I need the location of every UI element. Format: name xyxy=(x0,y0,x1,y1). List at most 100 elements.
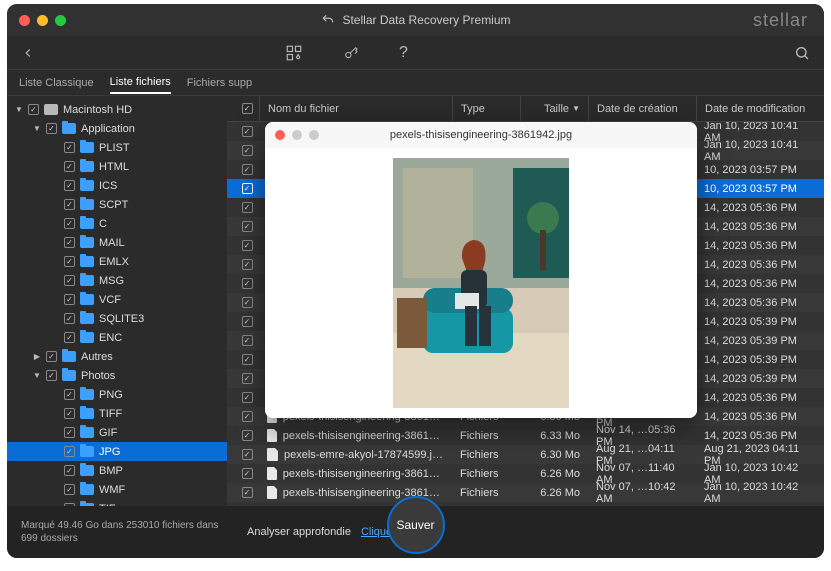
folder-icon xyxy=(80,465,94,476)
row-checkbox[interactable]: ✓ xyxy=(235,160,259,179)
tree-node[interactable]: ▼✓Application xyxy=(7,119,227,138)
row-checkbox[interactable]: ✓ xyxy=(235,388,259,407)
tree-checkbox[interactable]: ✓ xyxy=(64,313,75,324)
row-checkbox[interactable]: ✓ xyxy=(235,274,259,293)
row-checkbox[interactable]: ✓ xyxy=(235,407,259,426)
help-icon[interactable]: ? xyxy=(399,44,408,62)
tree-node[interactable]: ✓JPG xyxy=(7,442,227,461)
tree-checkbox[interactable]: ✓ xyxy=(64,237,75,248)
tree-checkbox[interactable]: ✓ xyxy=(64,332,75,343)
tree-node[interactable]: ✓ENC xyxy=(7,328,227,347)
table-row[interactable]: ✓pexels-thisisengineering-3861961.jpgFic… xyxy=(227,483,824,502)
cell-modified: 14, 2023 05:36 PM xyxy=(696,274,824,293)
tree-checkbox[interactable]: ✓ xyxy=(28,104,39,115)
col-size[interactable]: Taille ▼ xyxy=(520,96,588,121)
tree-checkbox[interactable]: ✓ xyxy=(46,351,57,362)
save-button[interactable]: Sauver xyxy=(387,496,445,554)
row-checkbox[interactable]: ✓ xyxy=(235,293,259,312)
chevron-down-icon[interactable]: ▼ xyxy=(33,124,41,133)
view-tabs: Liste Classique Liste fichiers Fichiers su… xyxy=(7,70,824,96)
row-checkbox[interactable]: ✓ xyxy=(235,464,259,483)
cell-size: 6.30 Mo xyxy=(520,445,588,464)
tree-node[interactable]: ✓WMF xyxy=(7,480,227,499)
tree-checkbox[interactable]: ✓ xyxy=(64,427,75,438)
tree-checkbox[interactable]: ✓ xyxy=(64,199,75,210)
tree-node[interactable]: ✓MAIL xyxy=(7,233,227,252)
tree-checkbox[interactable]: ✓ xyxy=(46,123,57,134)
tree-checkbox[interactable]: ✓ xyxy=(64,389,75,400)
back-icon[interactable] xyxy=(21,46,35,60)
tree-checkbox[interactable]: ✓ xyxy=(64,180,75,191)
folder-tree[interactable]: ▼✓Macintosh HD▼✓Application✓PLIST✓HTML✓I… xyxy=(7,96,227,506)
chevron-down-icon[interactable]: ▼ xyxy=(15,105,23,114)
col-name[interactable]: Nom du fichier xyxy=(259,96,452,121)
chevron-right-icon[interactable]: ▶ xyxy=(33,352,41,361)
tree-checkbox[interactable]: ✓ xyxy=(64,465,75,476)
tree-checkbox[interactable]: ✓ xyxy=(64,294,75,305)
tree-label: ICS xyxy=(99,180,221,192)
tree-node[interactable]: ✓HTML xyxy=(7,157,227,176)
tree-node[interactable]: ✓SQLITE3 xyxy=(7,309,227,328)
tree-node[interactable]: ✓VCF xyxy=(7,290,227,309)
tree-node[interactable]: ✓EMLX xyxy=(7,252,227,271)
tree-node[interactable]: ✓ PLIST xyxy=(7,138,227,157)
tree-checkbox[interactable]: ✓ xyxy=(64,256,75,267)
tree-checkbox[interactable]: ✓ xyxy=(46,370,57,381)
row-checkbox[interactable]: ✓ xyxy=(235,179,259,198)
minimize-icon[interactable] xyxy=(37,15,48,26)
row-checkbox[interactable]: ✓ xyxy=(235,331,259,350)
grid-view-icon[interactable] xyxy=(285,44,303,62)
row-checkbox[interactable]: ✓ xyxy=(235,198,259,217)
tree-node[interactable]: ✓MSG xyxy=(7,271,227,290)
preview-maximize-icon xyxy=(309,130,319,140)
row-checkbox[interactable]: ✓ xyxy=(235,255,259,274)
row-checkbox[interactable]: ✓ xyxy=(235,122,259,141)
tree-node[interactable]: ✓SCPT xyxy=(7,195,227,214)
tree-checkbox[interactable]: ✓ xyxy=(64,408,75,419)
row-checkbox[interactable]: ✓ xyxy=(235,426,259,445)
tree-node[interactable]: ✓GIF xyxy=(7,423,227,442)
tree-label: TIFF xyxy=(99,408,221,420)
row-checkbox[interactable]: ✓ xyxy=(235,312,259,331)
undo-icon[interactable] xyxy=(320,13,334,27)
search-icon[interactable] xyxy=(794,45,810,61)
header-checkbox[interactable]: ✓ xyxy=(235,96,259,121)
tree-checkbox[interactable]: ✓ xyxy=(64,142,75,153)
tree-node[interactable]: ✓PNG xyxy=(7,385,227,404)
row-checkbox[interactable]: ✓ xyxy=(235,483,259,502)
preview-close-icon[interactable] xyxy=(275,130,285,140)
tab-fichiers-supp[interactable]: Fichiers supp xyxy=(187,73,252,93)
col-modified[interactable]: Date de modification xyxy=(696,96,824,121)
chevron-down-icon[interactable]: ▼ xyxy=(33,371,41,380)
tree-node[interactable]: ▶✓Autres xyxy=(7,347,227,366)
tree-checkbox[interactable]: ✓ xyxy=(64,275,75,286)
tree-checkbox[interactable]: ✓ xyxy=(64,161,75,172)
row-checkbox[interactable]: ✓ xyxy=(235,369,259,388)
tree-node[interactable]: ✓C xyxy=(7,214,227,233)
tree-checkbox[interactable]: ✓ xyxy=(64,218,75,229)
tree-node[interactable]: ▼✓Macintosh HD xyxy=(7,100,227,119)
row-checkbox[interactable]: ✓ xyxy=(235,141,259,160)
row-checkbox[interactable]: ✓ xyxy=(235,217,259,236)
tree-label: PLIST xyxy=(99,142,221,154)
close-icon[interactable] xyxy=(19,15,30,26)
tree-node[interactable]: ✓ ICS xyxy=(7,176,227,195)
maximize-icon[interactable] xyxy=(55,15,66,26)
folder-icon xyxy=(80,313,94,324)
tab-liste-classique[interactable]: Liste Classique xyxy=(19,73,94,93)
preview-window[interactable]: pexels-thisisengineering-3861942.jpg xyxy=(265,122,697,418)
tree-checkbox[interactable]: ✓ xyxy=(64,484,75,495)
col-created[interactable]: Date de création xyxy=(588,96,696,121)
row-checkbox[interactable]: ✓ xyxy=(235,445,259,464)
row-checkbox[interactable]: ✓ xyxy=(235,236,259,255)
tree-node[interactable]: ✓TIF xyxy=(7,499,227,506)
folder-icon xyxy=(80,142,94,153)
key-icon[interactable] xyxy=(343,45,359,61)
tree-node[interactable]: ✓ TIFF xyxy=(7,404,227,423)
tree-node[interactable]: ▼✓Photos xyxy=(7,366,227,385)
col-type[interactable]: Type xyxy=(452,96,520,121)
tree-node[interactable]: ✓BMP xyxy=(7,461,227,480)
row-checkbox[interactable]: ✓ xyxy=(235,350,259,369)
tab-liste-fichiers[interactable]: Liste fichiers xyxy=(110,72,171,94)
tree-checkbox[interactable]: ✓ xyxy=(64,446,75,457)
